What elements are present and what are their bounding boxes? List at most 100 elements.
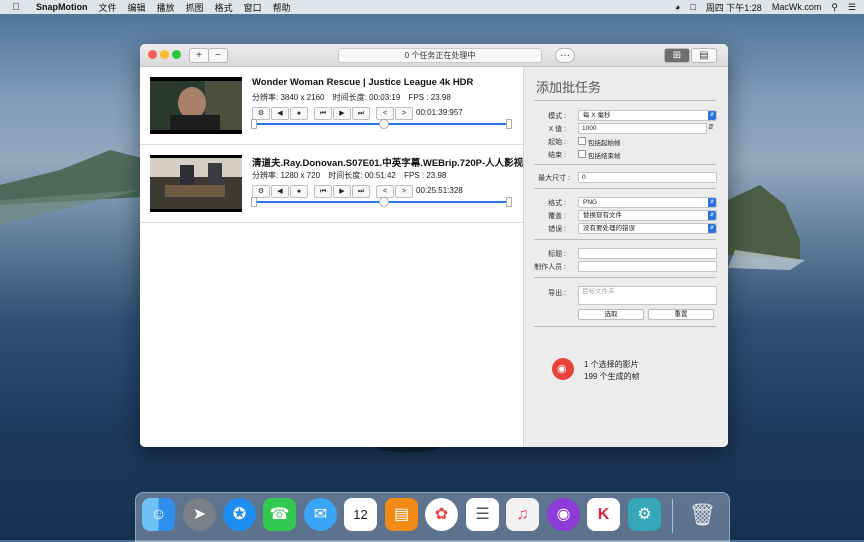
title-input[interactable] <box>578 248 717 259</box>
close-button[interactable] <box>148 50 157 59</box>
divider <box>534 239 716 240</box>
chevron-down-icon: ⇵ <box>708 198 716 207</box>
menu-file[interactable]: 文件 <box>99 1 117 14</box>
music-icon[interactable]: ♫ <box>506 498 539 531</box>
max-size-label: 最大尺寸 : <box>538 175 570 182</box>
mode-select[interactable]: 每 X 毫秒 ⇵ <box>578 110 717 121</box>
menu-play[interactable]: 播放 <box>157 1 175 14</box>
dock: ☺ ➤ ✪ ☎ ✉ 12 ▤ ✿ ☰ ♫ ◉ K ⚙ 🗑 <box>135 492 730 542</box>
launchpad-icon[interactable]: ➤ <box>183 498 216 531</box>
overwrite-select[interactable]: 替换现有文件 ⇵ <box>578 210 717 221</box>
skip-end-button[interactable]: ⏭ <box>352 185 370 198</box>
more-icon: ··· <box>560 50 570 61</box>
add-button[interactable]: + <box>189 48 209 63</box>
play-button[interactable]: ▶ <box>333 107 351 120</box>
snapmotion-icon[interactable]: ⚙ <box>628 498 661 531</box>
video-meta: 分辨率: 3840 x 2160 时间长度: 00:03:19 FPS : 23… <box>252 92 457 103</box>
trim-start-handle[interactable] <box>251 119 257 129</box>
keewordz-icon[interactable]: K <box>587 498 620 531</box>
format-select[interactable]: PNG ⇵ <box>578 197 717 208</box>
trash-icon[interactable]: 🗑 <box>686 498 719 531</box>
video-resolution: 分辨率: 1280 x 720 <box>252 171 321 180</box>
step-back-button[interactable]: ◀ <box>271 185 289 198</box>
next-frame-button[interactable]: > <box>395 107 413 120</box>
slider-knob[interactable] <box>378 119 389 129</box>
play-button[interactable]: ▶ <box>333 185 351 198</box>
chevron-down-icon: ⇵ <box>708 211 716 220</box>
x-value-label: X 值 : <box>548 126 566 133</box>
video-title: Wonder Woman Rescue | Justice League 4k … <box>252 77 474 88</box>
search-icon[interactable]: ⚲ <box>831 2 838 13</box>
view-list-button[interactable]: ▤ <box>691 48 717 63</box>
prev-frame-button[interactable]: < <box>376 185 394 198</box>
books-icon[interactable]: ▤ <box>385 498 418 531</box>
remove-button[interactable]: − <box>208 48 228 63</box>
video-duration: 时间长度: 00:03:19 <box>332 93 401 102</box>
trim-end-handle[interactable] <box>506 119 512 129</box>
menu-edit[interactable]: 编辑 <box>128 1 146 14</box>
calendar-icon[interactable]: 12 <box>344 498 377 531</box>
slider-knob[interactable] <box>378 197 389 207</box>
x-value-stepper[interactable]: ⇵ <box>708 123 714 131</box>
list-icon[interactable]: ☰ <box>848 2 856 13</box>
video-meta: 分辨率: 1280 x 720 时间长度: 00:51:42 FPS : 23.… <box>252 170 452 181</box>
step-back-button[interactable]: ◀ <box>271 107 289 120</box>
facetime-icon[interactable]: ☎ <box>263 498 296 531</box>
title-bar: + − 0 个任务正在处理中 ··· ⊞ ▤ <box>140 44 728 67</box>
menu-clock[interactable]: 周四 下午1:28 <box>706 1 762 14</box>
timecode: 00:25:51:328 <box>416 186 463 195</box>
safari-icon[interactable]: ✪ <box>223 498 256 531</box>
reset-button[interactable]: 重置 <box>648 309 714 320</box>
batch-panel: 添加批任务 模式 : 每 X 毫秒 ⇵ X 值 : 1000 ⇵ 起始 : 包括起… <box>523 67 728 447</box>
next-frame-button[interactable]: > <box>395 185 413 198</box>
mode-label: 模式 : <box>548 113 566 120</box>
wifi-icon[interactable]: ◕ <box>675 2 680 12</box>
volume-icon[interactable]: □ <box>690 2 695 12</box>
zoom-button[interactable] <box>172 50 181 59</box>
video-thumbnail <box>150 77 242 134</box>
menu-window[interactable]: 窗口 <box>244 1 262 14</box>
apple-menu-icon[interactable]:  <box>8 2 24 13</box>
photos-icon[interactable]: ✿ <box>425 498 458 531</box>
skip-start-button[interactable]: ⏮ <box>314 107 332 120</box>
error-select[interactable]: 没有要处理的错误 ⇵ <box>578 223 717 234</box>
video-row[interactable]: Wonder Woman Rescue | Justice League 4k … <box>140 67 523 145</box>
trim-end-handle[interactable] <box>506 197 512 207</box>
menu-help[interactable]: 帮助 <box>273 1 291 14</box>
x-value-input[interactable]: 1000 <box>578 123 707 134</box>
menu-format[interactable]: 格式 <box>215 1 233 14</box>
capture-button[interactable]: ◉ <box>552 358 574 380</box>
end-checkbox[interactable] <box>578 150 586 158</box>
view-grid-button[interactable]: ⊞ <box>664 48 690 63</box>
divider <box>534 277 716 278</box>
snapmotion-window: + − 0 个任务正在处理中 ··· ⊞ ▤ Wonder Woman Resc… <box>140 44 728 447</box>
video-duration: 时间长度: 00:51:42 <box>328 171 396 180</box>
reminders-icon[interactable]: ☰ <box>466 498 499 531</box>
video-row[interactable]: 清道夫.Ray.Donovan.S07E01.中英字幕.WEBrip.720P-… <box>140 145 523 223</box>
podcasts-icon[interactable]: ◉ <box>547 498 580 531</box>
grid-icon: ⊞ <box>672 50 682 61</box>
minimize-button[interactable] <box>160 50 169 59</box>
start-checkbox[interactable] <box>578 137 586 145</box>
choose-button[interactable]: 选取 <box>578 309 644 320</box>
divider <box>534 188 716 189</box>
finder-icon[interactable]: ☺ <box>142 498 175 531</box>
slow-motion-button[interactable]: ♠ <box>290 107 308 120</box>
max-size-input[interactable]: 0 <box>578 172 717 183</box>
sidebar-icon: ▤ <box>699 50 709 61</box>
slow-motion-button[interactable]: ♠ <box>290 185 308 198</box>
camera-icon: ◉ <box>557 363 567 375</box>
video-resolution: 分辨率: 3840 x 2160 <box>252 93 325 102</box>
skip-end-button[interactable]: ⏭ <box>352 107 370 120</box>
trim-start-handle[interactable] <box>251 197 257 207</box>
more-button[interactable]: ··· <box>555 48 575 63</box>
messages-icon[interactable]: ✉ <box>304 498 337 531</box>
prev-frame-button[interactable]: < <box>376 107 394 120</box>
menu-app-name[interactable]: SnapMotion <box>36 2 88 12</box>
menu-capture[interactable]: 抓图 <box>186 1 204 14</box>
end-label: 结束 : <box>548 152 566 159</box>
video-list: Wonder Woman Rescue | Justice League 4k … <box>140 67 523 447</box>
export-folder-input[interactable]: 目标文件夹 <box>578 286 717 305</box>
author-input[interactable] <box>578 261 717 272</box>
skip-start-button[interactable]: ⏮ <box>314 185 332 198</box>
